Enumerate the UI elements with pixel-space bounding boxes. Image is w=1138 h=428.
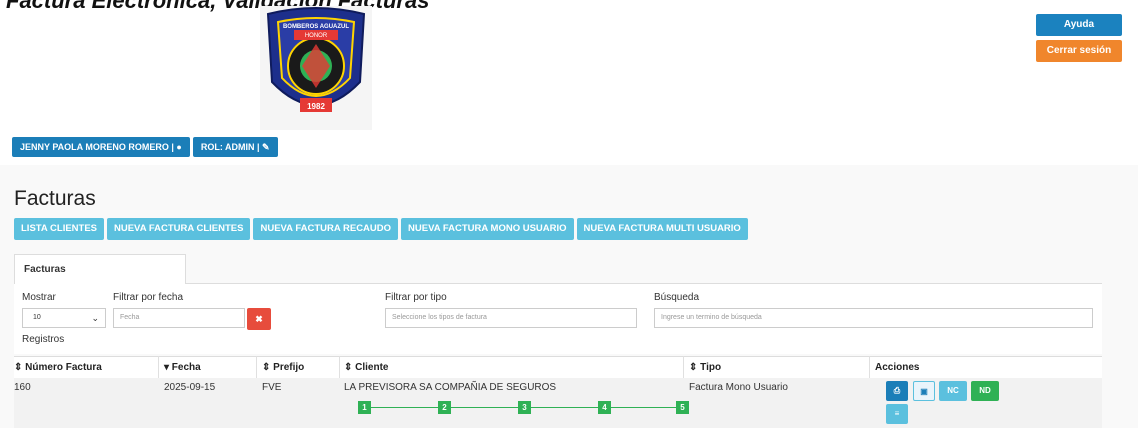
step-1: 1 <box>358 401 371 414</box>
search-input[interactable]: Ingrese un termino de búsqueda <box>654 308 1093 328</box>
new-client-invoice-button[interactable]: NUEVA FACTURA CLIENTES <box>107 218 251 240</box>
type-filter-label: Filtrar por tipo <box>385 292 447 303</box>
table-row: 160 2025-09-15 FVE LA PREVISORA SA COMPA… <box>14 378 1102 428</box>
credit-note-button[interactable]: NC <box>939 381 967 401</box>
help-button[interactable]: Ayuda <box>1036 14 1122 36</box>
list-icon: ≡ <box>894 409 900 418</box>
page-title: Facturas <box>14 187 96 210</box>
type-filter-input[interactable]: Seleccione los tipos de factura <box>385 308 637 328</box>
new-multi-user-invoice-button[interactable]: NUEVA FACTURA MULTI USUARIO <box>576 218 748 240</box>
svg-text:1982: 1982 <box>307 102 325 111</box>
header-date[interactable]: ▾ Fecha <box>164 362 201 373</box>
table-header: ⇕ Número Factura ▾ Fecha ⇕ Prefijo ⇕ Cli… <box>14 356 1102 379</box>
invoice-progress-steps: 1 2 3 4 5 <box>358 401 689 415</box>
invoice-date: 2025-09-15 <box>164 382 216 393</box>
debit-note-button[interactable]: ND <box>971 381 999 401</box>
invoice-table: ⇕ Número Factura ▾ Fecha ⇕ Prefijo ⇕ Cli… <box>14 356 1102 428</box>
user-icon: ● <box>176 142 182 152</box>
step-3: 3 <box>518 401 531 414</box>
show-label: Mostrar <box>22 292 56 303</box>
invoice-number: 160 <box>14 382 31 393</box>
header-actions: Acciones <box>875 362 920 373</box>
tabs: Facturas <box>14 254 1102 284</box>
invoice-prefix: FVE <box>262 382 282 393</box>
print-icon: ⎙ <box>893 386 901 395</box>
step-5: 5 <box>676 401 689 414</box>
details-button[interactable]: ≡ <box>886 404 908 424</box>
list-clients-button[interactable]: LISTA CLIENTES <box>14 218 104 240</box>
date-filter-label: Filtrar por fecha <box>113 292 184 303</box>
invoice-client: LA PREVISORA SA COMPAÑIA DE SEGUROS <box>344 382 557 393</box>
header-client[interactable]: ⇕ Cliente <box>344 362 389 373</box>
search-label: Búsqueda <box>654 292 700 303</box>
header-prefix[interactable]: ⇕ Prefijo <box>262 362 304 373</box>
svg-text:HONOR: HONOR <box>305 33 328 39</box>
page-size-value: 10 <box>33 314 41 321</box>
close-icon: ✖ <box>255 314 263 324</box>
chevron-down-icon: ⌄ <box>91 313 99 323</box>
role-button[interactable]: ROL: ADMIN | ✎ <box>192 137 278 157</box>
records-label: Registros <box>22 334 65 345</box>
xml-file-button[interactable]: ▣ <box>913 381 935 401</box>
user-bar: JENNY PAOLA MORENO ROMERO | ● ROL: ADMIN … <box>12 137 281 157</box>
invoice-type: Factura Mono Usuario <box>689 382 788 393</box>
print-button[interactable]: ⎙ <box>886 381 908 401</box>
role-label: ROL: ADMIN | <box>200 142 260 152</box>
clear-date-button[interactable]: ✖ <box>247 308 271 330</box>
step-2: 2 <box>438 401 451 414</box>
page-size-select[interactable]: 10 ⌄ <box>22 308 106 328</box>
filter-panel: Mostrar 10 ⌄ Registros Filtrar por fecha … <box>14 284 1102 354</box>
header-number[interactable]: ⇕ Número Factura <box>14 362 102 373</box>
bomberos-logo: 1982 BOMBEROS AGUAZUL HONOR <box>260 6 372 130</box>
new-mono-user-invoice-button[interactable]: NUEVA FACTURA MONO USUARIO <box>401 218 574 240</box>
user-name-label: JENNY PAOLA MORENO ROMERO | <box>20 142 174 152</box>
wrench-icon: ✎ <box>262 142 270 152</box>
header-type[interactable]: ⇕ Tipo <box>689 362 721 373</box>
logout-button[interactable]: Cerrar sesión <box>1036 40 1122 62</box>
logo-shield: 1982 BOMBEROS AGUAZUL HONOR <box>260 6 372 130</box>
new-collection-invoice-button[interactable]: NUEVA FACTURA RECAUDO <box>253 218 399 240</box>
step-4: 4 <box>598 401 611 414</box>
file-icon: ▣ <box>920 387 928 396</box>
user-name-button[interactable]: JENNY PAOLA MORENO ROMERO | ● <box>12 137 190 157</box>
header: 1982 BOMBEROS AGUAZUL HONOR Ayuda Cerrar… <box>0 0 1138 140</box>
action-toolbar: LISTA CLIENTES NUEVA FACTURA CLIENTES NU… <box>14 218 751 240</box>
tab-facturas[interactable]: Facturas <box>14 254 186 284</box>
date-filter-input[interactable]: Fecha <box>113 308 245 328</box>
svg-text:BOMBEROS AGUAZUL: BOMBEROS AGUAZUL <box>283 24 349 30</box>
